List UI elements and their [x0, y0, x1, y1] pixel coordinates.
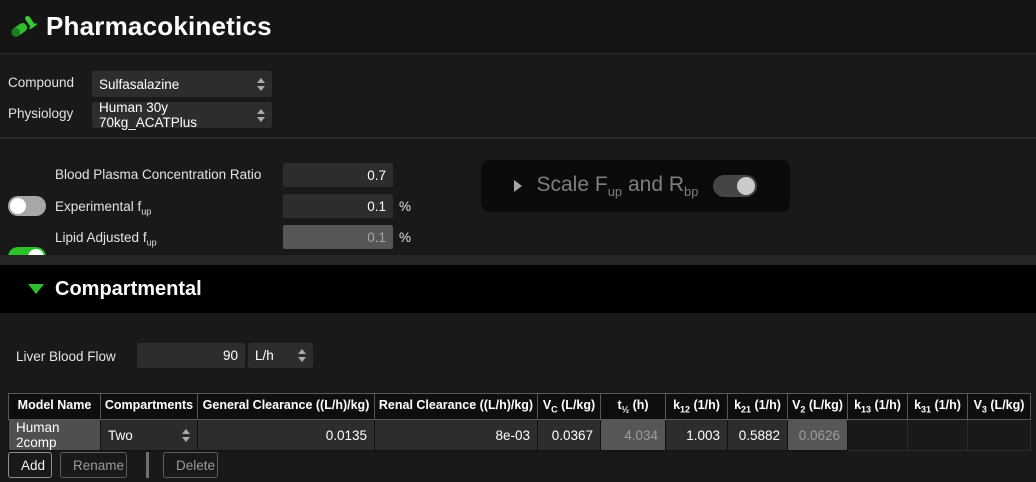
compound-select[interactable]: Sulfasalazine: [92, 71, 272, 97]
expanded-triangle-icon: [28, 284, 44, 294]
liver-blood-flow-unit-select[interactable]: L/h: [248, 343, 313, 368]
experimental-fup-unit: %: [399, 199, 411, 214]
pharmacokinetics-page: Pharmacokinetics Compound Sulfasalazine …: [0, 0, 1036, 482]
add-button[interactable]: Add: [8, 452, 52, 478]
experimental-fup-label: Experimental fup: [55, 199, 151, 217]
liver-blood-flow-label: Liver Blood Flow: [16, 349, 116, 364]
v3-cell: [968, 420, 1031, 451]
table-row: Human 2comp Two 0.0135 8e-03 0.0367 4.03…: [9, 420, 1031, 451]
delete-button[interactable]: Delete: [163, 452, 218, 478]
k12-cell[interactable]: 1.003: [666, 420, 727, 450]
col-v2: V2 (L/kg): [788, 394, 848, 420]
compound-label: Compound: [8, 75, 74, 90]
experimental-fup-toggle[interactable]: [8, 196, 46, 216]
compartments-select[interactable]: Two: [101, 420, 197, 450]
bpcr-input[interactable]: [283, 163, 393, 187]
physiology-label: Physiology: [8, 106, 73, 121]
rename-button[interactable]: Rename: [60, 452, 127, 478]
col-k12: k12 (1/h): [666, 394, 728, 420]
spinner-icon: [298, 349, 306, 362]
experimental-fup-input[interactable]: [283, 194, 393, 218]
v2-cell: 0.0626: [788, 420, 847, 450]
spinner-icon: [257, 78, 265, 91]
col-model-name: Model Name: [9, 394, 101, 420]
k13-cell: [848, 420, 908, 451]
table-header-row: Model Name Compartments General Clearanc…: [9, 394, 1031, 420]
scale-fup-rbp-panel[interactable]: Scale Fup and Rbp: [481, 160, 790, 212]
col-general-clearance: General Clearance ((L/h)/kg): [198, 394, 375, 420]
renal-clearance-cell[interactable]: 8e-03: [375, 420, 537, 450]
button-group-divider: [146, 452, 149, 478]
col-k31: k31 (1/h): [908, 394, 968, 420]
selector-block: Compound Sulfasalazine Physiology Human …: [0, 55, 1036, 139]
scale-fup-rbp-label: Scale Fup and Rbp: [536, 173, 698, 199]
col-vc: VC (L/kg): [538, 394, 601, 420]
model-name-cell[interactable]: Human 2comp: [9, 420, 100, 450]
col-t-half: t½ (h): [601, 394, 666, 420]
page-title: Pharmacokinetics: [46, 11, 272, 42]
spinner-icon: [257, 109, 265, 122]
collapsed-arrow-icon: [514, 180, 522, 192]
compound-select-value: Sulfasalazine: [99, 77, 179, 92]
col-compartments: Compartments: [101, 394, 198, 420]
pills-icon: [9, 13, 37, 41]
spinner-icon: [182, 429, 190, 442]
compartmental-title: Compartmental: [55, 278, 202, 301]
liver-blood-flow-input[interactable]: [137, 343, 245, 368]
physiology-select[interactable]: Human 30y 70kg_ACATPlus: [92, 102, 272, 128]
lipid-adjusted-fup-input: [283, 225, 393, 249]
lipid-adjusted-fup-label: Lipid Adjusted fup: [55, 230, 157, 248]
t-half-cell: 4.034: [601, 420, 665, 450]
scale-fup-rbp-toggle[interactable]: [713, 175, 757, 197]
toggle-knob: [10, 198, 26, 214]
toggle-knob: [737, 177, 755, 195]
col-k13: k13 (1/h): [848, 394, 908, 420]
compartmental-model-table: Model Name Compartments General Clearanc…: [8, 393, 1031, 451]
physiology-select-value: Human 30y 70kg_ACATPlus: [99, 100, 257, 130]
col-renal-clearance: Renal Clearance ((L/h)/kg): [375, 394, 538, 420]
col-v3: V3 (L/kg): [968, 394, 1031, 420]
section-divider: [0, 255, 1036, 265]
k31-cell: [908, 420, 968, 451]
col-k21: k21 (1/h): [728, 394, 788, 420]
bpcr-label: Blood Plasma Concentration Ratio: [55, 167, 261, 182]
k21-cell[interactable]: 0.5882: [728, 420, 787, 450]
general-clearance-cell[interactable]: 0.0135: [198, 420, 374, 450]
compartmental-section-header[interactable]: Compartmental: [0, 265, 1036, 313]
title-bar: Pharmacokinetics: [0, 0, 1036, 54]
lipid-adjusted-fup-unit: %: [399, 230, 411, 245]
unit-value: L/h: [255, 348, 274, 363]
vc-cell[interactable]: 0.0367: [538, 420, 600, 450]
